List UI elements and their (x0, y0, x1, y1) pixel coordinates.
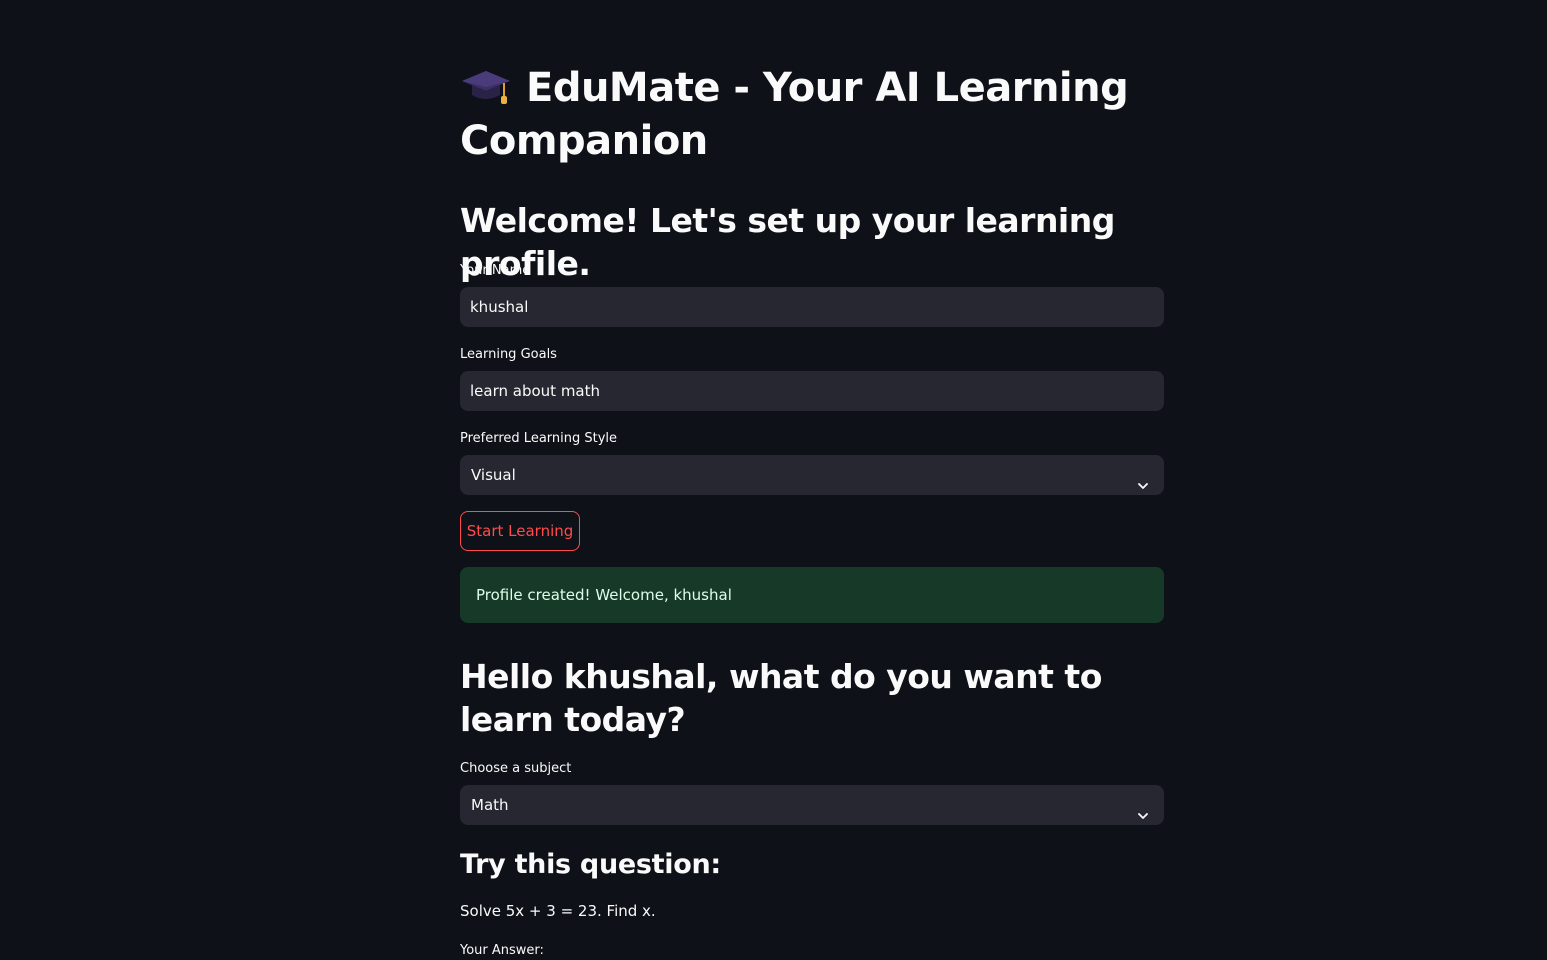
name-input[interactable] (470, 287, 1154, 327)
page-title: EduMate - Your AI Learning Companion (460, 62, 1180, 168)
learning-style-value: Visual (471, 466, 516, 484)
goals-input-container (460, 371, 1164, 411)
page-title-text: EduMate - Your AI Learning Companion (460, 65, 1129, 164)
question-heading: Try this question: (460, 849, 721, 880)
start-learning-button[interactable]: Start Learning (460, 511, 580, 551)
learning-style-select[interactable]: Visual (460, 455, 1164, 495)
chevron-down-icon (1136, 798, 1150, 819)
profile-heading: Welcome! Let's set up your learning prof… (460, 201, 1115, 283)
name-label: Your Name (460, 263, 531, 278)
chevron-down-icon (1136, 468, 1150, 489)
graduation-cap-icon (460, 67, 512, 107)
question-text: Solve 5x + 3 = 23. Find x. (460, 902, 656, 920)
goals-input[interactable] (470, 371, 1154, 411)
learning-style-label: Preferred Learning Style (460, 431, 618, 446)
name-input-container (460, 287, 1164, 327)
learn-heading: Hello khushal, what do you want to learn… (460, 657, 1102, 739)
subject-label: Choose a subject (460, 761, 572, 776)
answer-label: Your Answer: (460, 943, 544, 958)
subject-select[interactable]: Math (460, 785, 1164, 825)
goals-label: Learning Goals (460, 347, 557, 362)
subject-value: Math (471, 796, 509, 814)
success-alert: Profile created! Welcome, khushal (460, 567, 1164, 623)
